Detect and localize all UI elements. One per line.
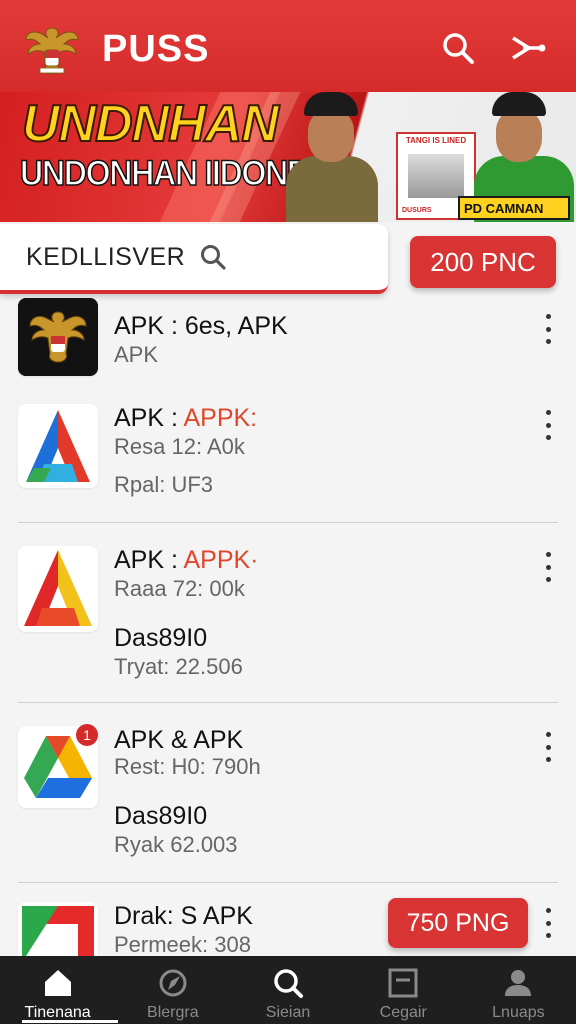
list-item[interactable]: APK : APPK· Raaa 72: 00k Das89I0 Tryat: …: [0, 546, 576, 696]
list-item[interactable]: APK & APK Rest: H0: 790h Das89I0 Ryak 62…: [0, 726, 576, 876]
nav-item-profile[interactable]: Lnuaps: [461, 956, 576, 1024]
poster-footer: DUSURS: [402, 207, 432, 214]
search-bar[interactable]: KEDLLISVER: [0, 224, 388, 294]
banner-headline: UNDNHAN: [21, 94, 280, 154]
app-title-prefix: APK :: [114, 546, 184, 574]
bottom-navigation: Tinenana Blergra Sieian Cegair Lnuaps: [0, 956, 576, 1024]
nav-label: Lnuaps: [492, 1004, 545, 1021]
app-version: Das89I0: [114, 802, 208, 830]
points-button[interactable]: 200 PNC: [410, 236, 556, 288]
list-item[interactable]: APK : 6es, APK APK: [0, 298, 576, 388]
more-options-button[interactable]: [536, 410, 560, 440]
red-yellow-a-logo-icon: [18, 546, 98, 632]
app-title: Drak: S APK: [114, 902, 253, 930]
search-icon: [443, 33, 474, 64]
install-price-button[interactable]: 750 PNG: [388, 898, 528, 948]
nav-active-indicator: [22, 1020, 118, 1023]
banner-badge: PD CAMNAN: [458, 196, 570, 220]
search-query: KEDLLISVER: [26, 242, 186, 271]
app-subtitle: APK: [114, 342, 159, 367]
app-title: APK : 6es, APK: [114, 312, 288, 340]
garuda-emblem-logo: [25, 27, 79, 75]
banner-person-officer: [286, 92, 378, 222]
app-version: Das89I0: [114, 624, 208, 652]
garuda-emblem-icon: [18, 298, 98, 376]
app-title: PUSS: [102, 28, 210, 70]
nav-label: Sieian: [265, 1004, 311, 1021]
nav-item-home[interactable]: Tinenana: [0, 956, 115, 1024]
profile-icon: [505, 970, 532, 996]
divider: [18, 522, 558, 523]
nav-item-library[interactable]: Cegair: [346, 956, 461, 1024]
app-title: APK : APPK·: [114, 546, 259, 575]
compass-icon: [159, 969, 187, 997]
app-meta: Rpal: UF3: [114, 472, 214, 497]
more-options-button[interactable]: [536, 908, 560, 938]
app-title-highlight: APPK:: [183, 404, 258, 432]
nav-label: Blergra: [147, 1004, 199, 1021]
list-item[interactable]: APK : APPK: Resa 12: A0k Rpal: UF3: [0, 404, 576, 524]
share-icon: [512, 36, 546, 60]
nav-item-explore[interactable]: Blergra: [115, 956, 230, 1024]
top-app-bar: PUSS: [0, 0, 576, 92]
app-title-prefix: APK :: [114, 404, 184, 432]
nav-label: Cegair: [379, 1004, 427, 1021]
app-root: PUSS UNDNHAN UNDONHAN IIDONESIA TANGI IS…: [0, 0, 576, 1024]
divider: [18, 702, 558, 703]
app-meta: Tryat: 22.506: [114, 654, 243, 679]
more-options-button[interactable]: [536, 552, 560, 582]
app-title: APK : APPK:: [114, 404, 257, 433]
app-size: Rest: H0: 790h: [114, 754, 261, 779]
app-title-highlight: APPK·: [183, 546, 259, 574]
search-icon: [274, 969, 303, 998]
poster-photo: [408, 154, 464, 198]
home-icon: [44, 970, 71, 996]
notification-badge: 1: [76, 724, 98, 746]
poster-title: TANGI IS LINED: [405, 136, 467, 145]
header-search-button[interactable]: [438, 28, 478, 68]
tray-icon: [388, 968, 418, 998]
search-icon: [201, 245, 226, 270]
more-options-button[interactable]: [536, 314, 560, 344]
app-meta: Permeek: 308: [114, 932, 251, 957]
app-size: Raaa 72: 00k: [114, 576, 245, 601]
app-size: Resa 12: A0k: [114, 434, 245, 459]
header-share-button[interactable]: [508, 28, 548, 68]
green-red-logo-icon: [18, 902, 98, 956]
divider: [18, 882, 558, 883]
more-options-button[interactable]: [536, 732, 560, 762]
app-meta: Ryak 62.003: [114, 832, 238, 857]
blue-red-a-logo-icon: [18, 404, 98, 488]
nav-item-search[interactable]: Sieian: [230, 956, 345, 1024]
app-title: APK & APK: [114, 726, 244, 754]
